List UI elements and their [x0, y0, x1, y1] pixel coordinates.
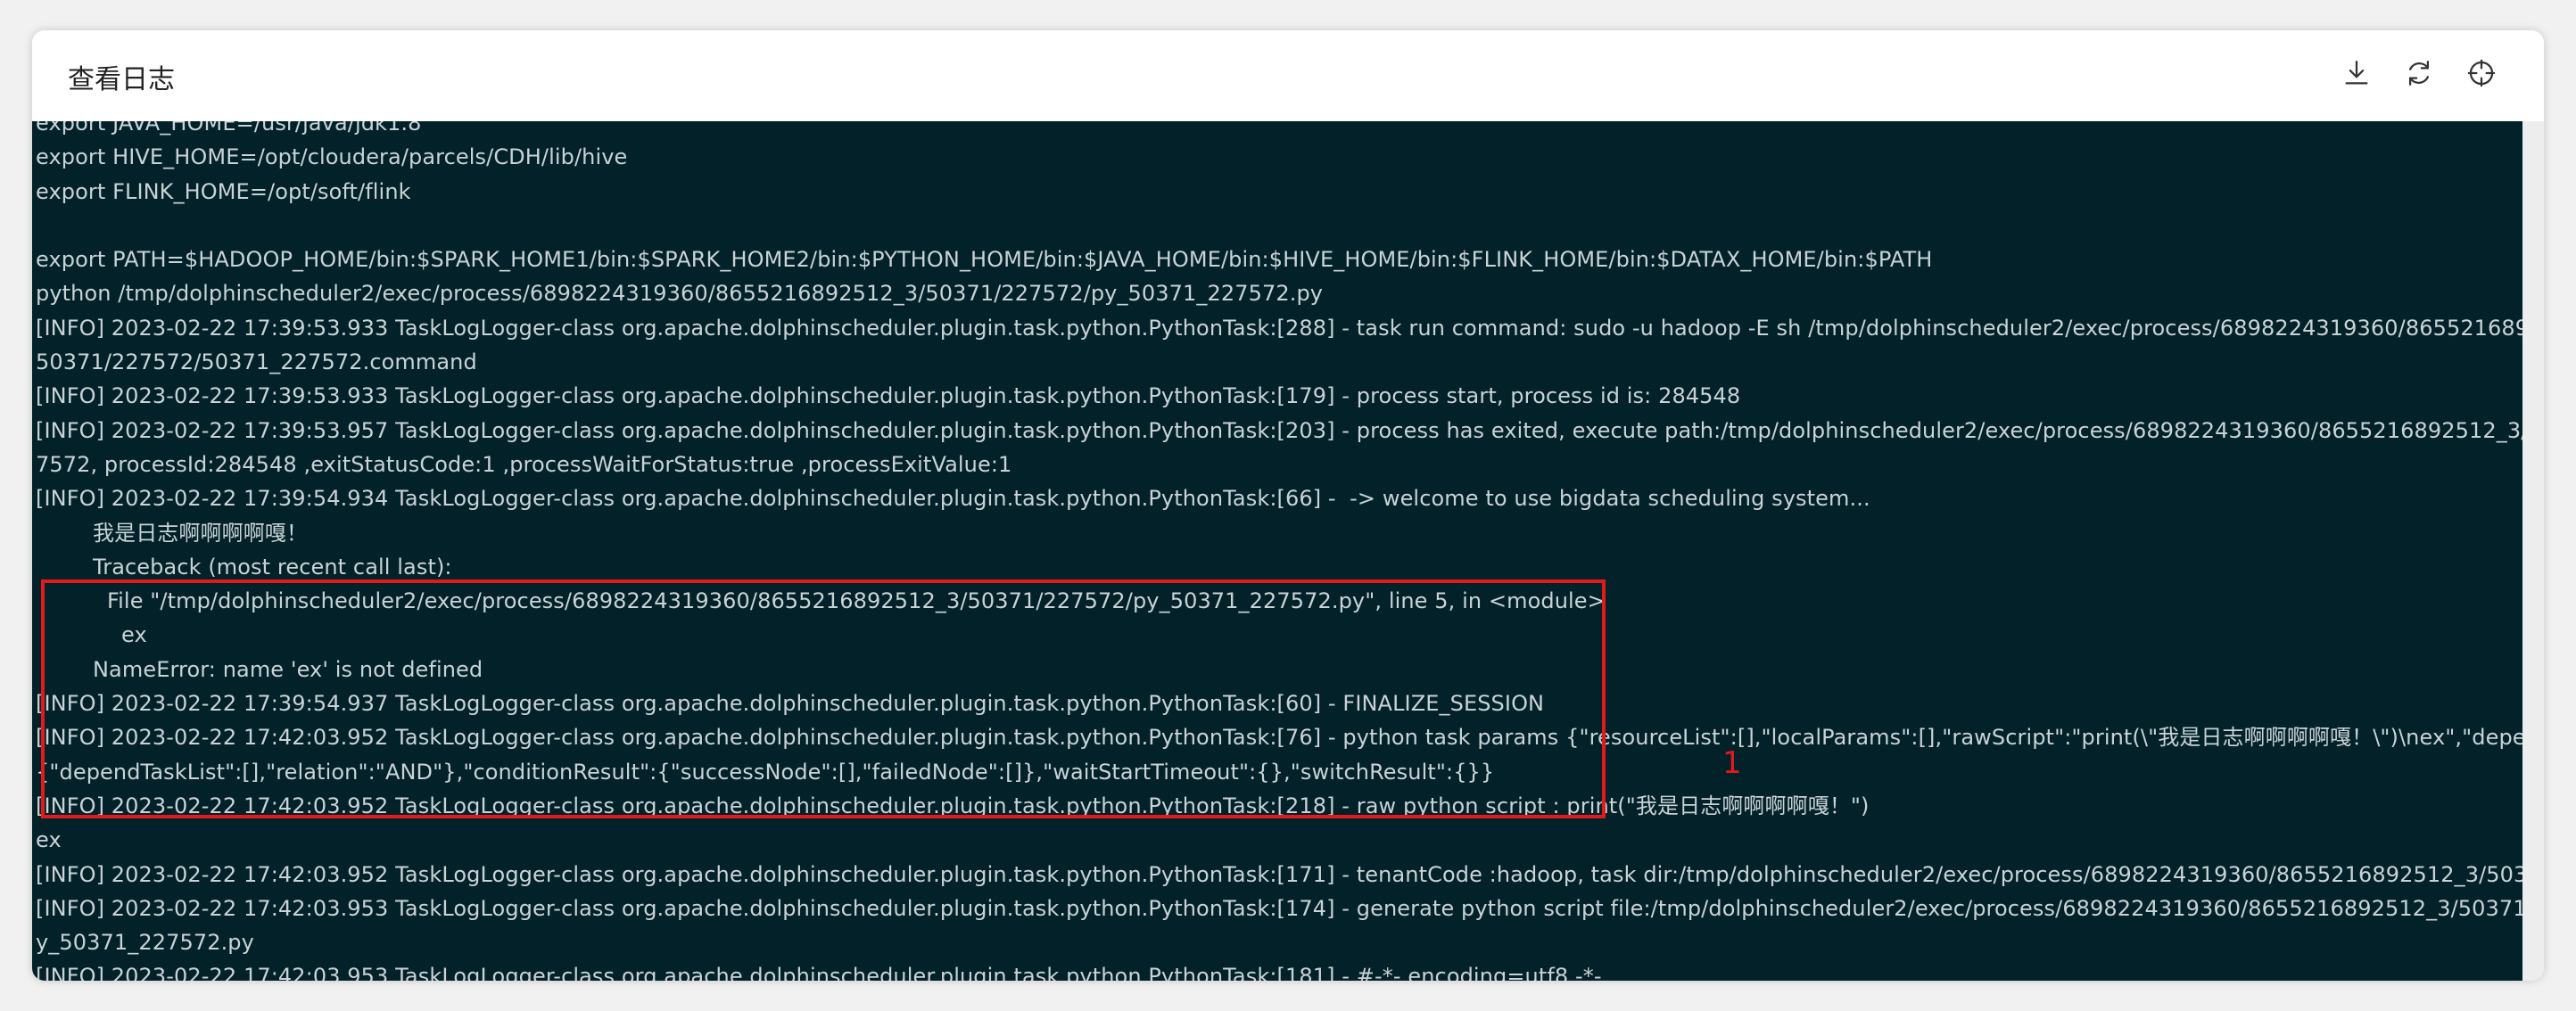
log-line: export PATH=$HADOOP_HOME/bin:$SPARK_HOME… [36, 247, 1933, 273]
log-line: [INFO] 2023-02-22 17:39:53.933 TaskLogLo… [36, 315, 2522, 341]
log-line: [INFO] 2023-02-22 17:39:53.933 TaskLogLo… [36, 383, 1741, 409]
log-line: y_50371_227572.py [36, 930, 254, 956]
log-line: ex [36, 827, 62, 853]
log-line: export JAVA_HOME=/usr/java/jdk1.8 [36, 121, 422, 136]
scrollbar[interactable] [2522, 121, 2544, 981]
download-icon[interactable] [2341, 57, 2373, 89]
modal-header: 查看日志 [32, 30, 2544, 122]
log-line: python /tmp/dolphinscheduler2/exec/proce… [36, 281, 1324, 307]
log-line: [INFO] 2023-02-22 17:42:03.953 TaskLogLo… [36, 895, 2522, 921]
refresh-icon[interactable] [2403, 57, 2435, 89]
fullscreen-icon[interactable] [2465, 57, 2498, 89]
log-line: 50371/227572/50371_227572.command [36, 349, 477, 375]
screen-background: 查看日志 export JAVA_HOME=/usr/java/jdk1.8 e… [0, 0, 2576, 1011]
log-line: 7572, processId:284548 ,exitStatusCode:1… [36, 451, 1012, 477]
log-line: export FLINK_HOME=/opt/soft/flink [36, 178, 411, 204]
log-line: [INFO] 2023-02-22 17:39:54.934 TaskLogLo… [36, 486, 1870, 512]
log-line: [INFO] 2023-02-22 17:42:03.953 TaskLogLo… [36, 964, 1602, 981]
log-line: export HIVE_HOME=/opt/cloudera/parcels/C… [36, 144, 628, 170]
log-line: [INFO] 2023-02-22 17:39:53.957 TaskLogLo… [36, 417, 2522, 443]
highlight-box [41, 579, 1606, 818]
log-line: 我是日志啊啊啊啊嘎！ [93, 520, 308, 546]
log-lines: export JAVA_HOME=/usr/java/jdk1.8export … [36, 121, 2522, 981]
modal-title: 查看日志 [68, 64, 175, 95]
log-content[interactable]: export JAVA_HOME=/usr/java/jdk1.8export … [32, 121, 2522, 981]
log-viewer-modal: 查看日志 export JAVA_HOME=/usr/java/jdk1.8 e… [32, 30, 2544, 981]
header-actions [2341, 57, 2498, 89]
log-line: [INFO] 2023-02-22 17:42:03.952 TaskLogLo… [36, 861, 2522, 887]
annotation-label: 1 [1722, 745, 1742, 781]
